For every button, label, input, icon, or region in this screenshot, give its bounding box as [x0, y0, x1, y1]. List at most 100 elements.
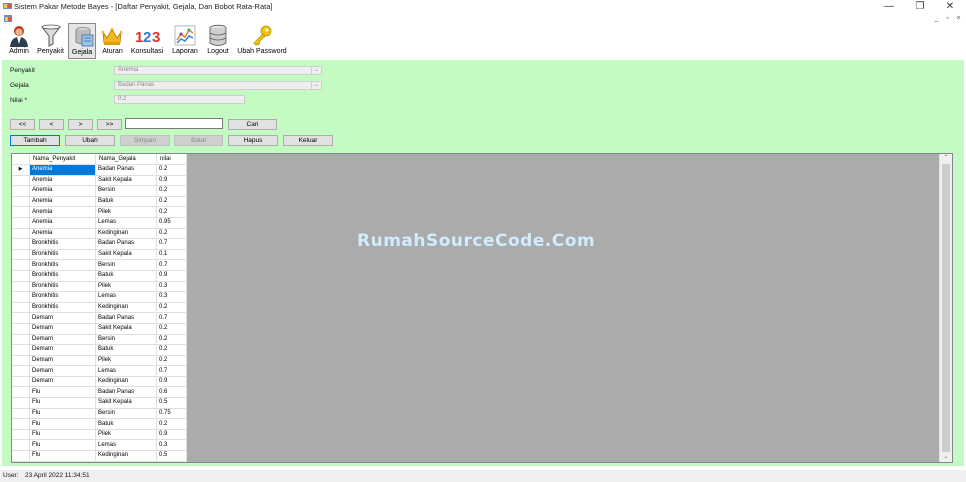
- cell-nama-gejala[interactable]: Pilek: [95, 429, 157, 441]
- toolbar-ubah-password-button[interactable]: Ubah Password: [234, 23, 290, 59]
- cell-nilai[interactable]: 0.9: [156, 270, 187, 282]
- keluar-button[interactable]: Keluar: [283, 135, 333, 146]
- row-header[interactable]: [12, 312, 30, 324]
- cell-nama-gejala[interactable]: Batuk: [95, 270, 157, 282]
- cell-nama-gejala[interactable]: Batuk: [95, 418, 157, 430]
- cell-nama-penyakit[interactable]: Flu: [29, 450, 96, 462]
- row-header[interactable]: [12, 386, 30, 399]
- row-header[interactable]: [12, 175, 30, 187]
- row-header[interactable]: [12, 302, 30, 314]
- cell-nama-gejala[interactable]: Kedinginan: [95, 228, 157, 240]
- row-header[interactable]: [12, 185, 30, 197]
- cell-nilai[interactable]: 0.7: [156, 312, 187, 324]
- cell-nama-penyakit[interactable]: Flu: [29, 408, 96, 420]
- gejala-combobox[interactable]: Badan Panas ⌄: [114, 81, 322, 90]
- search-input[interactable]: [125, 118, 223, 129]
- row-header[interactable]: [12, 228, 30, 240]
- ubah-button[interactable]: Ubah: [65, 135, 115, 146]
- cell-nama-penyakit[interactable]: Demam: [29, 376, 96, 388]
- cell-nilai[interactable]: 0.7: [156, 365, 187, 377]
- cell-nilai[interactable]: 0.9: [156, 429, 187, 441]
- toolbar-konsultasi-button[interactable]: 1 2 3 Konsultasi: [128, 23, 166, 59]
- cell-nilai[interactable]: 0.3: [156, 281, 187, 293]
- cell-nilai[interactable]: 0.2: [156, 334, 187, 346]
- table-row[interactable]: Flu Bersin 0.75: [12, 408, 187, 420]
- cell-nama-penyakit[interactable]: Demam: [29, 323, 96, 335]
- cell-nama-gejala[interactable]: Lemas: [95, 217, 157, 229]
- row-header[interactable]: [12, 323, 30, 335]
- batal-button[interactable]: Batal: [174, 135, 223, 146]
- minimize-button[interactable]: —: [874, 0, 904, 14]
- chevron-down-icon[interactable]: ⌄: [311, 82, 321, 89]
- toolbar-admin-button[interactable]: Admin: [5, 23, 33, 59]
- simpan-button[interactable]: Simpan: [120, 135, 170, 146]
- mdi-minimize-button[interactable]: _: [932, 14, 941, 23]
- cell-nilai[interactable]: 0.2: [156, 164, 187, 176]
- table-row[interactable]: Bronkhitis Kedinginan 0.2: [12, 302, 187, 314]
- row-header[interactable]: [12, 418, 30, 430]
- next-record-button[interactable]: >: [68, 119, 93, 130]
- cell-nilai[interactable]: 0.1: [156, 249, 187, 261]
- row-header[interactable]: [12, 429, 30, 441]
- toolbar-laporan-button[interactable]: Laporan: [169, 23, 201, 59]
- table-row[interactable]: Bronkhitis Pilek 0.3: [12, 281, 187, 293]
- vertical-scrollbar[interactable]: ⌃ ⌄: [939, 154, 952, 462]
- cell-nilai[interactable]: 0.2: [156, 206, 187, 218]
- prev-record-button[interactable]: <: [39, 119, 64, 130]
- cell-nama-gejala[interactable]: Sakit Kepala: [95, 397, 157, 409]
- cell-nama-penyakit[interactable]: Anemia: [29, 175, 96, 187]
- data-grid[interactable]: Nama_Penyakit Nama_Gejala nilai ▶ Anemia B…: [11, 153, 953, 463]
- cell-nilai[interactable]: 0.7: [156, 238, 187, 250]
- table-row[interactable]: Anemia Kedinginan 0.2: [12, 228, 187, 240]
- chevron-down-icon[interactable]: ⌄: [311, 67, 321, 74]
- column-header-nama-penyakit[interactable]: Nama_Penyakit: [29, 154, 96, 165]
- table-row[interactable]: Anemia Bersin 0.2: [12, 185, 187, 197]
- cell-nilai[interactable]: 0.9: [156, 376, 187, 388]
- cell-nama-penyakit[interactable]: Anemia: [29, 196, 96, 208]
- row-header[interactable]: [12, 249, 30, 261]
- cell-nama-penyakit[interactable]: Flu: [29, 386, 96, 399]
- table-row[interactable]: Demam Kedinginan 0.9: [12, 376, 187, 388]
- cell-nilai[interactable]: 0.2: [156, 185, 187, 197]
- cell-nama-penyakit[interactable]: Anemia: [29, 217, 96, 229]
- row-header[interactable]: [12, 270, 30, 282]
- cell-nama-penyakit[interactable]: Flu: [29, 439, 96, 452]
- cell-nama-penyakit[interactable]: Demam: [29, 334, 96, 346]
- toolbar-logout-button[interactable]: Logout: [204, 23, 232, 59]
- cell-nilai[interactable]: 0.2: [156, 302, 187, 314]
- table-row[interactable]: Anemia Pilek 0.2: [12, 206, 187, 218]
- cell-nama-gejala[interactable]: Badan Panas: [95, 312, 157, 324]
- cell-nama-penyakit[interactable]: Bronkhitis: [29, 281, 96, 293]
- cell-nama-gejala[interactable]: Bersin: [95, 334, 157, 346]
- cell-nama-penyakit[interactable]: Flu: [29, 418, 96, 430]
- table-row[interactable]: Anemia Lemas 0.95: [12, 217, 187, 229]
- row-header[interactable]: [12, 355, 30, 367]
- cell-nama-gejala[interactable]: Badan Panas: [95, 164, 157, 176]
- cell-nilai[interactable]: 0.2: [156, 344, 187, 356]
- cell-nama-gejala[interactable]: Kedinginan: [95, 376, 157, 388]
- table-row[interactable]: Bronkhitis Badan Panas 0.7: [12, 238, 187, 250]
- cell-nama-penyakit[interactable]: Flu: [29, 429, 96, 441]
- table-row[interactable]: Demam Bersin 0.2: [12, 334, 187, 346]
- cell-nama-gejala[interactable]: Bersin: [95, 408, 157, 420]
- cell-nama-gejala[interactable]: Bersin: [95, 185, 157, 197]
- row-header[interactable]: [12, 408, 30, 420]
- cell-nama-gejala[interactable]: Badan Panas: [95, 386, 157, 399]
- cell-nama-penyakit[interactable]: Anemia: [29, 206, 96, 218]
- cell-nilai[interactable]: 0.3: [156, 291, 187, 303]
- cell-nama-gejala[interactable]: Pilek: [95, 281, 157, 293]
- cell-nilai[interactable]: 0.2: [156, 228, 187, 240]
- cell-nama-penyakit[interactable]: Anemia: [29, 164, 96, 176]
- cell-nama-penyakit[interactable]: Bronkhitis: [29, 302, 96, 314]
- cell-nama-gejala[interactable]: Batuk: [95, 196, 157, 208]
- row-header[interactable]: [12, 439, 30, 452]
- table-row[interactable]: Flu Pilek 0.9: [12, 429, 187, 441]
- cell-nama-gejala[interactable]: Badan Panas: [95, 238, 157, 250]
- scrollbar-thumb[interactable]: [942, 164, 950, 452]
- row-header[interactable]: ▶: [12, 164, 30, 176]
- cell-nilai[interactable]: 0.6: [156, 386, 187, 399]
- row-header[interactable]: [12, 206, 30, 218]
- cell-nama-gejala[interactable]: Kedinginan: [95, 302, 157, 314]
- cell-nilai[interactable]: 0.9: [156, 175, 187, 187]
- table-row[interactable]: Demam Lemas 0.7: [12, 365, 187, 377]
